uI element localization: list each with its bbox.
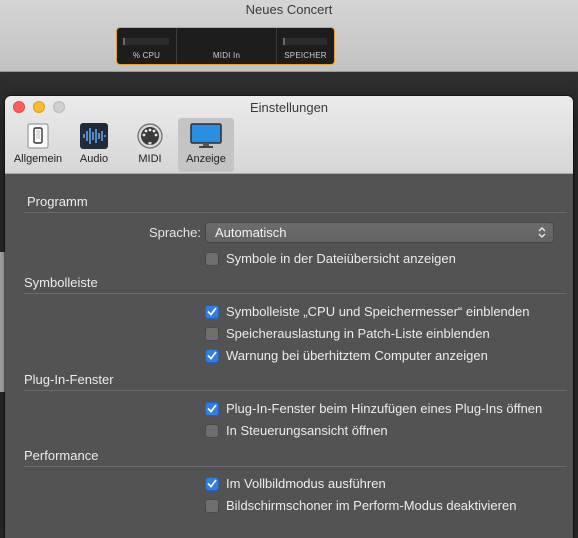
- checkmark-icon: [207, 351, 217, 360]
- tab-midi[interactable]: MIDI: [122, 118, 178, 172]
- preferences-tabs: Allgemein Audio MIDI Anzeige: [10, 118, 234, 172]
- memory-meter-bar: [283, 38, 327, 45]
- screensaver-checkbox[interactable]: [205, 498, 219, 513]
- overheat-warning-checkbox[interactable]: [205, 348, 219, 363]
- tab-allgemein-label: Allgemein: [13, 153, 63, 165]
- open-plugin-window-checkbox[interactable]: [205, 401, 219, 416]
- midi-connector-icon: [134, 122, 166, 150]
- controls-view-checkbox-row[interactable]: In Steuerungsansicht öffnen: [205, 423, 388, 438]
- toolbar-cpu-meter-label: Symbolleiste „CPU und Speichermesser“ ei…: [226, 304, 530, 319]
- screensaver-checkbox-row[interactable]: Bildschirmschoner im Perform-Modus deakt…: [205, 498, 516, 513]
- chevron-up-down-icon: [538, 227, 546, 238]
- cpu-meter[interactable]: % CPU: [117, 28, 177, 64]
- open-plugin-window-label: Plug-In-Fenster beim Hinzufügen eines Pl…: [226, 401, 543, 416]
- window-title: Einstellungen: [249, 100, 329, 115]
- toolbar-cpu-meter-checkbox-row[interactable]: Symbolleiste „CPU und Speichermesser“ ei…: [205, 304, 529, 319]
- memory-meter[interactable]: SPEICHER: [277, 28, 334, 64]
- toolbar-cpu-meter-checkbox[interactable]: [205, 304, 219, 319]
- fullscreen-checkbox[interactable]: [205, 476, 219, 491]
- language-label: Sprache:: [148, 225, 201, 240]
- tab-allgemein[interactable]: Allgemein: [10, 118, 66, 172]
- memory-usage-checkbox[interactable]: [205, 326, 219, 341]
- overheat-warning-label: Warnung bei überhitztem Computer anzeige…: [226, 348, 488, 363]
- language-select[interactable]: Automatisch: [205, 222, 554, 243]
- tab-midi-label: MIDI: [138, 153, 162, 165]
- fullscreen-label: Im Vollbildmodus ausführen: [226, 476, 386, 491]
- section-divider: [24, 212, 567, 213]
- app-titlebar: Neues Concert % CPU MIDI In SPEICHER: [0, 0, 578, 72]
- section-title-plugin-window: Plug-In-Fenster: [24, 372, 114, 387]
- checkmark-icon: [207, 404, 217, 413]
- show-symbols-checkbox[interactable]: [205, 251, 219, 266]
- open-plugin-window-checkbox-row[interactable]: Plug-In-Fenster beim Hinzufügen eines Pl…: [205, 401, 542, 416]
- section-divider: [24, 390, 567, 391]
- display-icon: [190, 122, 222, 150]
- show-symbols-checkbox-row[interactable]: Symbole in der Dateiübersicht anzeigen: [205, 251, 456, 266]
- section-title-programm: Programm: [27, 194, 88, 209]
- checkmark-icon: [207, 307, 217, 316]
- memory-usage-checkbox-row[interactable]: Speicherauslastung in Patch-Liste einble…: [205, 326, 490, 341]
- waveform-icon: [78, 122, 110, 150]
- controls-view-checkbox[interactable]: [205, 423, 219, 438]
- memory-usage-label: Speicherauslastung in Patch-Liste einble…: [226, 326, 490, 341]
- screensaver-label: Bildschirmschoner im Perform-Modus deakt…: [226, 498, 517, 513]
- app-title: Neues Concert: [245, 2, 333, 17]
- cpu-meter-bar: [123, 38, 169, 45]
- settings-window: Einstellungen Allgemein Audio MIDI Anzei…: [5, 96, 573, 538]
- cpu-memory-meter[interactable]: % CPU MIDI In SPEICHER: [116, 27, 335, 65]
- section-title-performance: Performance: [24, 448, 99, 463]
- overheat-warning-checkbox-row[interactable]: Warnung bei überhitztem Computer anzeige…: [205, 348, 488, 363]
- checkmark-icon: [207, 479, 217, 488]
- window-toolbar: Einstellungen Allgemein Audio MIDI Anzei…: [5, 96, 573, 174]
- phone-icon: [22, 122, 54, 150]
- midi-in-meter[interactable]: MIDI In: [177, 28, 277, 64]
- section-divider: [24, 293, 567, 294]
- tab-audio-label: Audio: [79, 153, 109, 165]
- tab-anzeige[interactable]: Anzeige: [178, 118, 234, 172]
- fullscreen-checkbox-row[interactable]: Im Vollbildmodus ausführen: [205, 476, 386, 491]
- midi-in-label: MIDI In: [212, 51, 241, 60]
- section-title-symbolleiste: Symbolleiste: [24, 275, 98, 290]
- cpu-meter-label: % CPU: [132, 51, 161, 60]
- memory-meter-label: SPEICHER: [284, 51, 327, 60]
- section-divider: [24, 466, 567, 467]
- show-symbols-label: Symbole in der Dateiübersicht anzeigen: [226, 251, 456, 266]
- tab-audio[interactable]: Audio: [66, 118, 122, 172]
- controls-view-label: In Steuerungsansicht öffnen: [226, 423, 388, 438]
- tab-anzeige-label: Anzeige: [186, 153, 226, 165]
- settings-content: Programm Sprache: Automatisch Symbole in…: [5, 174, 573, 538]
- language-select-value: Automatisch: [215, 225, 287, 240]
